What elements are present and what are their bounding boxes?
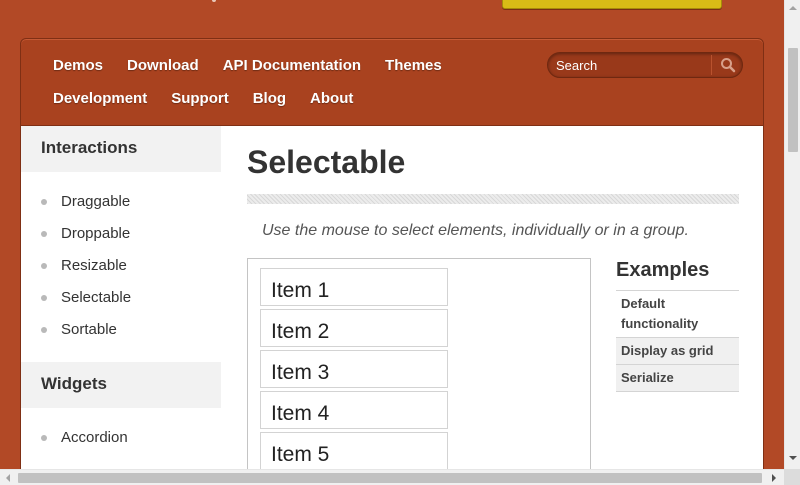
search-input[interactable]: [556, 56, 706, 74]
nav-link-support[interactable]: Support: [159, 87, 241, 111]
examples-panel: Examples Default functionality Display a…: [616, 258, 739, 392]
example-link-serialize[interactable]: Serialize: [616, 365, 739, 392]
sidebar-item-selectable[interactable]: Selectable: [21, 282, 221, 314]
sidebar-section-interactions: Interactions Draggable Droppable Resizab…: [21, 126, 221, 360]
examples-title: Examples: [616, 258, 739, 291]
sidebar-item-sortable[interactable]: Sortable: [21, 314, 221, 346]
nav-link-demos[interactable]: Demos: [41, 54, 115, 78]
demo-frame: Item 1 Item 2 Item 3 Item 4 Item 5: [247, 258, 591, 469]
sidebar-item-resizable[interactable]: Resizable: [21, 250, 221, 282]
sidebar-item-label: Selectable: [61, 289, 132, 306]
nav-row-2: Development Support Blog About: [21, 87, 365, 111]
selectable-item-4[interactable]: Item 4: [260, 391, 448, 429]
nav-link-api-documentation[interactable]: API Documentation: [211, 54, 373, 78]
example-link-default-functionality[interactable]: Default functionality: [616, 291, 739, 338]
bullet-icon: [41, 295, 47, 301]
sidebar-heading-interactions: Interactions: [21, 126, 221, 172]
sidebar-item-accordion[interactable]: Accordion: [21, 422, 221, 454]
scrollbar-corner: [784, 469, 800, 485]
sidebar-heading-widgets: Widgets: [21, 362, 221, 408]
title-divider: [247, 194, 739, 204]
sidebar-item-label: Droppable: [61, 225, 131, 242]
bullet-icon: [41, 231, 47, 237]
scroll-up-arrow-icon[interactable]: [789, 6, 797, 10]
bullet-icon: [41, 435, 47, 441]
nav-link-download[interactable]: Download: [115, 54, 211, 78]
nav-row-1: Demos Download API Documentation Themes: [21, 54, 454, 78]
bullet-icon: [41, 327, 47, 333]
sidebar-section-widgets: Widgets Accordion: [21, 362, 221, 468]
selectable-list: Item 1 Item 2 Item 3 Item 4 Item 5: [260, 268, 448, 469]
sidebar-item-label: Draggable: [61, 193, 131, 210]
main-navigation: Demos Download API Documentation Themes …: [20, 38, 764, 126]
vertical-scrollbar-thumb[interactable]: [788, 48, 798, 152]
nav-link-development[interactable]: Development: [41, 87, 159, 111]
example-link-display-as-grid[interactable]: Display as grid: [616, 338, 739, 365]
sidebar-item-droppable[interactable]: Droppable: [21, 218, 221, 250]
horizontal-scrollbar[interactable]: [0, 469, 784, 485]
sidebar-item-label: Accordion: [61, 429, 128, 446]
top-mark: [212, 0, 216, 2]
nav-link-about[interactable]: About: [298, 87, 365, 111]
search-divider: [711, 55, 712, 75]
sidebar-item-label: Sortable: [61, 321, 117, 338]
nav-link-themes[interactable]: Themes: [373, 54, 454, 78]
selectable-item-5[interactable]: Item 5: [260, 432, 448, 469]
bullet-icon: [41, 199, 47, 205]
selectable-item-3[interactable]: Item 3: [260, 350, 448, 388]
sidebar-item-draggable[interactable]: Draggable: [21, 186, 221, 218]
horizontal-scrollbar-thumb[interactable]: [18, 473, 762, 483]
nav-link-blog[interactable]: Blog: [241, 87, 298, 111]
scroll-down-arrow-icon[interactable]: [789, 456, 797, 460]
selectable-item-2[interactable]: Item 2: [260, 309, 448, 347]
scroll-left-arrow-icon[interactable]: [6, 474, 10, 482]
scroll-right-arrow-icon[interactable]: [772, 474, 776, 482]
bullet-icon: [41, 263, 47, 269]
magnifier-icon: [721, 58, 736, 73]
vertical-scrollbar[interactable]: [784, 0, 800, 469]
sidebar-item-label: Resizable: [61, 257, 127, 274]
main-content: Selectable Use the mouse to select eleme…: [247, 126, 739, 469]
intro-text: Use the mouse to select elements, indivi…: [262, 222, 689, 239]
top-strip: [0, 0, 784, 38]
sidebar: Interactions Draggable Droppable Resizab…: [21, 126, 221, 469]
page-title: Selectable: [247, 144, 406, 180]
content-area: Interactions Draggable Droppable Resizab…: [20, 126, 764, 469]
search-button[interactable]: [713, 53, 743, 77]
banner-button[interactable]: [502, 0, 722, 9]
search-box: [547, 52, 743, 78]
selectable-item-1[interactable]: Item 1: [260, 268, 448, 306]
